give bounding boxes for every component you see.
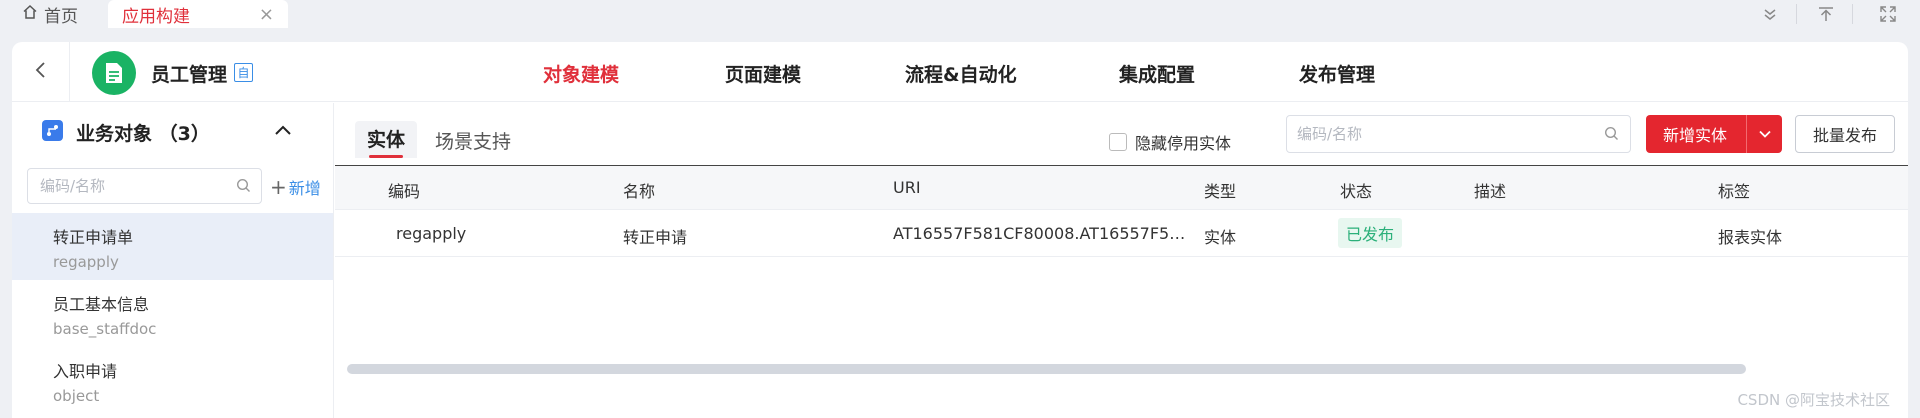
main-card: 员工管理 自 对象建模 页面建模 流程&自动化 集成配置 发布管理 业务对象 （… [12,42,1908,418]
entity-search-input[interactable] [1287,116,1587,152]
chevron-down-icon[interactable] [1747,115,1782,153]
object-code: object [53,387,100,405]
column-header[interactable]: 状态 [1340,178,1372,202]
tab-scene-support[interactable]: 场景支持 [435,127,511,154]
column-header[interactable]: 标签 [1718,178,1750,202]
sidebar-search [27,168,262,204]
tab-home[interactable]: 首页 [22,0,78,28]
nav-page-modeling[interactable]: 页面建模 [725,60,801,87]
upload-icon[interactable] [1806,0,1846,28]
object-code: base_staffdoc [53,320,157,338]
batch-publish-button[interactable]: 批量发布 [1795,115,1895,153]
column-header[interactable]: 类型 [1204,178,1236,202]
hide-disabled-label: 隐藏停用实体 [1135,134,1232,153]
column-header[interactable]: URI [893,178,921,197]
collapse-button[interactable] [270,117,296,143]
column-header[interactable]: 编码 [388,178,420,202]
column-header[interactable]: 名称 [623,178,655,202]
top-tab-strip: 首页 应用构建 × [0,0,1920,28]
close-icon[interactable]: × [259,4,274,25]
plus-icon: + [270,175,287,199]
nav-integration-config[interactable]: 集成配置 [1119,60,1195,87]
sidebar-title: 业务对象 （3） [76,123,210,145]
chevron-up-icon [274,121,292,140]
checkbox[interactable] [1109,133,1127,151]
column-header[interactable]: 描述 [1474,178,1506,202]
object-name: 入职申请 [53,362,118,381]
status-badge: 已发布 [1338,218,1403,248]
list-item[interactable]: 员工基本信息 base_staffdoc [12,280,333,347]
divider [1852,4,1853,24]
cell-tag: 报表实体 [1718,228,1783,247]
chevron-double-down-icon[interactable] [1750,0,1790,28]
app-logo [92,51,136,95]
object-list: 转正申请单 regapply 员工基本信息 base_staffdoc 入职申请… [12,213,333,414]
nav-release-management[interactable]: 发布管理 [1299,60,1375,87]
entity-search [1286,115,1631,153]
object-name: 转正申请单 [53,228,134,247]
table-header: 编码 名称 URI 类型 状态 描述 标签 [335,166,1908,210]
new-entity-button[interactable]: 新增实体 [1646,115,1782,153]
search-icon[interactable] [236,178,251,197]
hide-disabled-toggle[interactable]: 隐藏停用实体 [1109,130,1231,154]
object-code: regapply [53,253,119,271]
back-button[interactable] [12,42,70,102]
search-icon[interactable] [1604,126,1619,145]
tab-app-build-label: 应用构建 [122,6,190,27]
cell-name: 转正申请 [623,228,688,247]
app-header: 员工管理 自 对象建模 页面建模 流程&自动化 集成配置 发布管理 [12,42,1908,102]
tab-app-build[interactable]: 应用构建 × [108,0,288,28]
sidebar: 业务对象 （3） + 新增 转正申请单 regapply 员工基本信息 base… [12,103,334,418]
table-row[interactable]: regapply 转正申请 AT16557F581CF80008.AT16557… [335,210,1908,257]
list-item[interactable]: 入职申请 object [12,347,333,414]
tab-home-label: 首页 [44,6,78,27]
cell-uri: AT16557F581CF80008.AT16557F581CF80008.re… [893,224,1193,243]
tab-entity[interactable]: 实体 [355,121,418,158]
add-object-button[interactable]: + 新增 [270,175,321,199]
app-type-badge: 自 [234,63,253,82]
cell-code: regapply [396,224,467,243]
add-object-label: 新增 [288,179,321,198]
business-object-icon [42,120,63,141]
sidebar-search-input[interactable] [28,169,218,203]
home-icon [22,4,44,25]
app-name: 员工管理 [151,64,228,86]
object-name: 员工基本信息 [53,295,150,314]
nav-process-automation[interactable]: 流程&自动化 [905,60,1017,87]
watermark: CSDN @阿宝技术社区 [1737,391,1890,409]
nav-object-modeling[interactable]: 对象建模 [543,60,619,87]
content-area: 实体 场景支持 隐藏停用实体 新增实体 批量发布 编码 名称 URI 类型 状 [335,103,1908,418]
divider [1796,4,1797,24]
chevron-left-icon [34,61,48,83]
new-entity-label: 新增实体 [1663,126,1728,145]
cell-type: 实体 [1204,228,1237,247]
fullscreen-icon[interactable] [1868,0,1908,28]
horizontal-scrollbar[interactable] [347,364,1746,374]
list-item[interactable]: 转正申请单 regapply [12,213,333,280]
